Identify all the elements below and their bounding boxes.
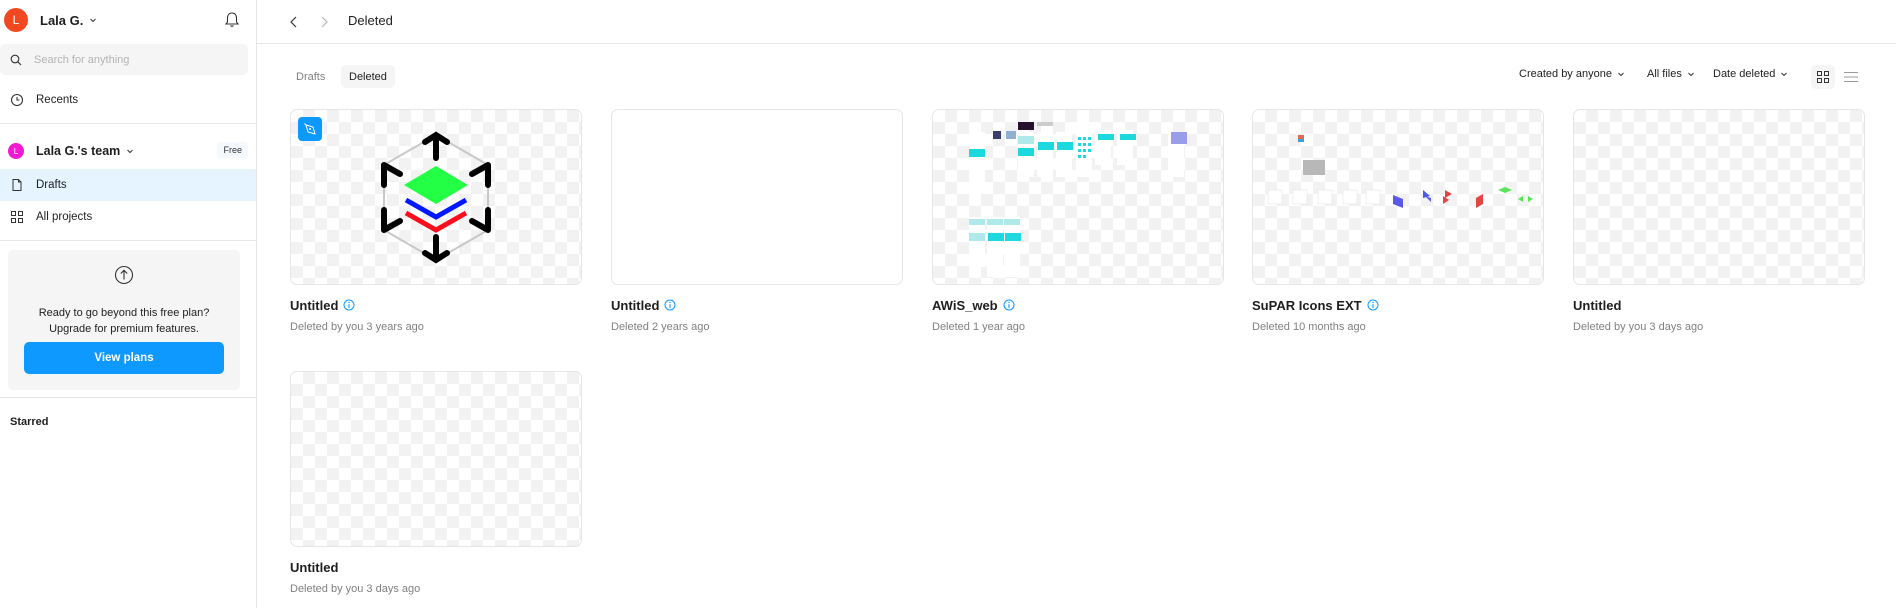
file-card[interactable]: Untitled Deleted by you 3 years ago	[290, 109, 582, 333]
file-title: Untitled	[1573, 297, 1622, 313]
sidebar-item-label: All projects	[36, 211, 93, 223]
upgrade-line-2: Upgrade for premium features.	[49, 323, 199, 335]
file-thumbnail	[611, 109, 903, 285]
cube-layers-artwork	[381, 131, 491, 264]
info-icon[interactable]	[1003, 299, 1015, 311]
info-icon[interactable]	[664, 299, 676, 311]
search-field[interactable]	[0, 44, 248, 75]
file-title: SuPAR Icons EXT	[1252, 297, 1362, 313]
team-switcher[interactable]: L Lala G.'s team Free	[0, 140, 256, 162]
file-title-row: Untitled	[611, 297, 903, 313]
chevron-down-icon	[1781, 72, 1788, 77]
search-icon	[10, 54, 22, 65]
file-deleted-time: Deleted 2 years ago	[611, 321, 710, 333]
file-deleted-time: Deleted by you 3 years ago	[290, 321, 424, 333]
list-view-button[interactable]	[1839, 65, 1863, 89]
sort-dropdown[interactable]: Date deleted	[1713, 68, 1788, 80]
file-thumbnail	[932, 109, 1224, 285]
icon-set-artwork	[1267, 135, 1533, 208]
view-plans-button[interactable]: View plans	[24, 342, 224, 374]
list-view-icon	[1844, 72, 1858, 82]
file-title-row: AWiS_web	[932, 297, 1224, 313]
upgrade-panel: Ready to go beyond this free plan? Upgra…	[8, 250, 240, 390]
chevron-down-icon	[1687, 72, 1694, 77]
file-title: AWiS_web	[932, 297, 998, 313]
top-bar: Deleted	[257, 0, 1896, 44]
user-avatar: L	[4, 8, 28, 32]
grid-view-button[interactable]	[1811, 65, 1835, 89]
info-icon[interactable]	[1367, 299, 1379, 311]
upgrade-message: Ready to go beyond this free plan? Upgra…	[8, 305, 240, 337]
file-thumbnail	[1573, 109, 1865, 285]
creator-filter-label: Created by anyone	[1519, 68, 1612, 80]
notifications-bell-icon[interactable]	[222, 10, 242, 30]
file-title-row: Untitled	[1573, 297, 1865, 313]
tab-drafts[interactable]: Drafts	[288, 65, 333, 88]
file-title: Untitled	[611, 297, 660, 313]
file-thumbnail	[1252, 109, 1544, 285]
pen-tool-icon	[304, 123, 316, 135]
file-card[interactable]: Untitled Deleted by you 3 days ago	[290, 371, 582, 595]
file-type-filter-dropdown[interactable]: All files	[1647, 68, 1695, 80]
upgrade-arrow-icon	[114, 265, 134, 285]
creator-filter-dropdown[interactable]: Created by anyone	[1519, 68, 1625, 80]
sidebar-item-all-projects[interactable]: All projects	[0, 201, 256, 233]
file-thumbnail	[290, 371, 582, 547]
grid-view-icon	[1817, 71, 1829, 83]
file-deleted-time: Deleted 1 year ago	[932, 321, 1025, 333]
sidebar-item-label: Drafts	[36, 179, 67, 191]
plan-badge: Free	[217, 142, 248, 158]
account-menu[interactable]: L Lala G.	[4, 8, 97, 32]
file-card[interactable]: AWiS_web Deleted 1 year ago	[932, 109, 1224, 333]
search-input[interactable]	[34, 53, 224, 66]
file-deleted-time: Deleted by you 3 days ago	[290, 583, 421, 595]
chevron-down-icon	[90, 18, 97, 23]
file-title-row: SuPAR Icons EXT	[1252, 297, 1544, 313]
chevron-down-icon	[127, 149, 134, 154]
file-card[interactable]: SuPAR Icons EXT Deleted 10 months ago	[1252, 109, 1544, 333]
file-type-filter-label: All files	[1647, 68, 1682, 80]
info-icon[interactable]	[343, 299, 355, 311]
file-title: Untitled	[290, 559, 339, 575]
file-deleted-time: Deleted by you 3 days ago	[1573, 321, 1704, 333]
tab-deleted[interactable]: Deleted	[341, 65, 395, 88]
user-name: Lala G.	[40, 12, 84, 28]
sidebar: L Lala G. Recents L Lala G.'s team Free …	[0, 0, 257, 608]
sidebar-divider	[0, 123, 256, 124]
file-deleted-time: Deleted 10 months ago	[1252, 321, 1366, 333]
back-arrow-icon[interactable]	[284, 12, 304, 32]
file-thumbnail	[290, 109, 582, 285]
clock-icon	[10, 93, 24, 107]
file-card[interactable]: Untitled Deleted by you 3 days ago	[1573, 109, 1865, 333]
forward-arrow-icon[interactable]	[314, 12, 334, 32]
chevron-down-icon	[1618, 72, 1624, 77]
design-file-badge	[298, 117, 322, 141]
file-title: Untitled	[290, 297, 339, 313]
sidebar-divider	[0, 397, 256, 398]
file-icon	[12, 179, 22, 191]
file-card[interactable]: Untitled Deleted 2 years ago	[611, 109, 903, 333]
page-title: Deleted	[348, 13, 393, 28]
team-name[interactable]: Lala G.'s team	[36, 144, 120, 158]
sidebar-item-recents[interactable]: Recents	[0, 84, 256, 116]
starred-section-heading: Starred	[10, 416, 49, 428]
sidebar-divider	[0, 240, 256, 241]
upgrade-line-1: Ready to go beyond this free plan?	[38, 307, 210, 319]
web-screens-artwork	[969, 122, 1187, 277]
grid-icon	[11, 211, 23, 223]
file-title-row: Untitled	[290, 559, 582, 575]
sidebar-item-drafts[interactable]: Drafts	[0, 169, 256, 201]
file-title-row: Untitled	[290, 297, 582, 313]
sort-label: Date deleted	[1713, 68, 1776, 80]
sidebar-item-label: Recents	[36, 94, 79, 106]
team-avatar: L	[8, 143, 24, 159]
